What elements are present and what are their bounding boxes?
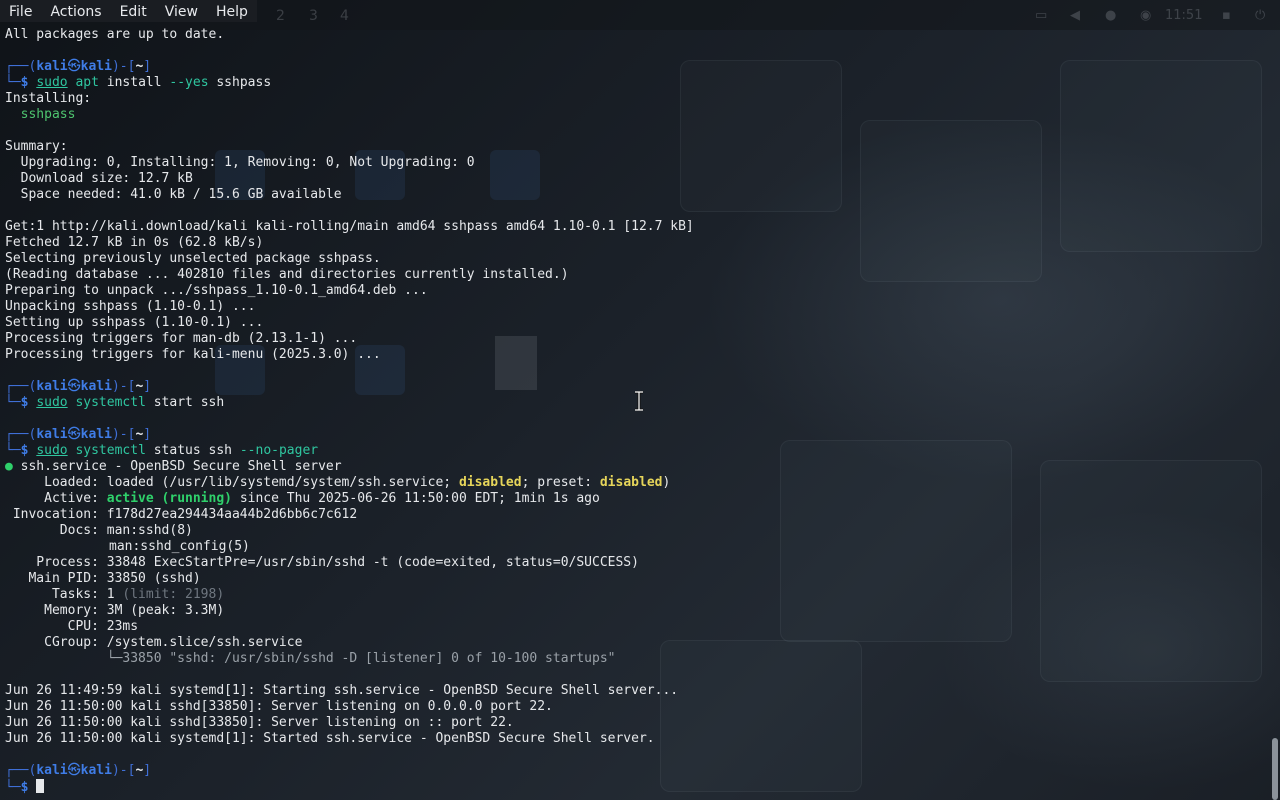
- power-icon[interactable]: ◉: [1140, 8, 1151, 23]
- status-loaded: Loaded: loaded (/usr/lib/systemd/system/…: [5, 475, 671, 490]
- status-process: Process: 33848 ExecStartPre=/usr/sbin/ss…: [5, 555, 639, 570]
- command-line: └─$ sudo systemctl status ssh --no-pager: [5, 443, 319, 458]
- clock[interactable]: 11:51: [1165, 8, 1202, 23]
- prompt-line: ┌──(kali㉿kali)-[~]: [5, 427, 152, 442]
- output-line: Installing:: [5, 91, 92, 106]
- status-main-pid: Main PID: 33850 (sshd): [5, 571, 201, 586]
- status-cgroup-tree: └─33850 "sshd: /usr/sbin/sshd -D [listen…: [5, 651, 616, 666]
- window-icon[interactable]: ▭: [1035, 8, 1047, 23]
- menu-view[interactable]: View: [156, 0, 207, 22]
- output-line: Get:1 http://kali.download/kali kali-rol…: [5, 219, 694, 234]
- command-line: └─$ sudo apt install --yes sshpass: [5, 75, 272, 90]
- status-active: Active: active (running) since Thu 2025-…: [5, 491, 600, 506]
- logout-icon[interactable]: ⏻: [1255, 8, 1265, 23]
- service-title: ● ssh.service - OpenBSD Secure Shell ser…: [5, 459, 342, 474]
- status-cgroup: CGroup: /system.slice/ssh.service: [5, 635, 303, 650]
- output-line: All packages are up to date.: [5, 27, 225, 42]
- output-line: Processing triggers for man-db (2.13.1-1…: [5, 331, 358, 346]
- output-line: Setting up sshpass (1.10-0.1) ...: [5, 315, 264, 330]
- status-cpu: CPU: 23ms: [5, 619, 139, 634]
- status-docs: Docs: man:sshd(8): [5, 523, 193, 538]
- output-line: Fetched 12.7 kB in 0s (62.8 kB/s): [5, 235, 264, 250]
- terminal-output[interactable]: All packages are up to date. ┌──(kali㉿ka…: [0, 22, 1270, 800]
- command-line[interactable]: └─$: [5, 779, 45, 795]
- output-line: Download size: 12.7 kB: [5, 171, 193, 186]
- prompt-line: ┌──(kali㉿kali)-[~]: [5, 59, 152, 74]
- log-line: Jun 26 11:50:00 kali systemd[1]: Started…: [5, 731, 655, 746]
- menu-edit[interactable]: Edit: [111, 0, 156, 22]
- menu-file[interactable]: File: [0, 0, 41, 22]
- log-line: Jun 26 11:49:59 kali systemd[1]: Startin…: [5, 683, 679, 698]
- ibeam-cursor-icon: [635, 391, 643, 411]
- status-dot-icon: ●: [5, 459, 13, 474]
- terminal-scrollbar[interactable]: [1272, 738, 1278, 800]
- output-line: Processing triggers for kali-menu (2025.…: [5, 347, 381, 362]
- prompt-line: ┌──(kali㉿kali)-[~]: [5, 763, 152, 778]
- command-line: └─$ sudo systemctl start ssh: [5, 395, 225, 410]
- output-line: Upgrading: 0, Installing: 1, Removing: 0…: [5, 155, 475, 170]
- menu-actions[interactable]: Actions: [41, 0, 110, 22]
- output-line: Selecting previously unselected package …: [5, 251, 381, 266]
- terminal-menubar: File Actions Edit View Help: [0, 0, 257, 22]
- output-line: Unpacking sshpass (1.10-0.1) ...: [5, 299, 256, 314]
- status-memory: Memory: 3M (peak: 3.3M): [5, 603, 225, 618]
- bell-icon[interactable]: ●: [1105, 8, 1116, 23]
- status-docs: man:sshd_config(5): [109, 539, 250, 554]
- status-invocation: Invocation: f178d27ea294434aa44b2d6bb6c7…: [5, 507, 358, 522]
- output-line: sshpass: [5, 107, 76, 122]
- output-line: Space needed: 41.0 kB / 15.6 GB availabl…: [5, 187, 342, 202]
- status-tasks: Tasks: 1 (limit: 2198): [5, 587, 225, 602]
- output-line: Preparing to unpack .../sshpass_1.10-0.1…: [5, 283, 428, 298]
- text-cursor: [36, 779, 45, 793]
- prompt-line: ┌──(kali㉿kali)-[~]: [5, 379, 152, 394]
- menu-help[interactable]: Help: [207, 0, 257, 22]
- volume-icon[interactable]: ◀: [1070, 8, 1080, 23]
- log-line: Jun 26 11:50:00 kali sshd[33850]: Server…: [5, 699, 553, 714]
- output-line: (Reading database ... 402810 files and d…: [5, 267, 569, 282]
- lock-icon[interactable]: ▪: [1222, 8, 1231, 23]
- output-line: Summary:: [5, 139, 68, 154]
- log-line: Jun 26 11:50:00 kali sshd[33850]: Server…: [5, 715, 514, 730]
